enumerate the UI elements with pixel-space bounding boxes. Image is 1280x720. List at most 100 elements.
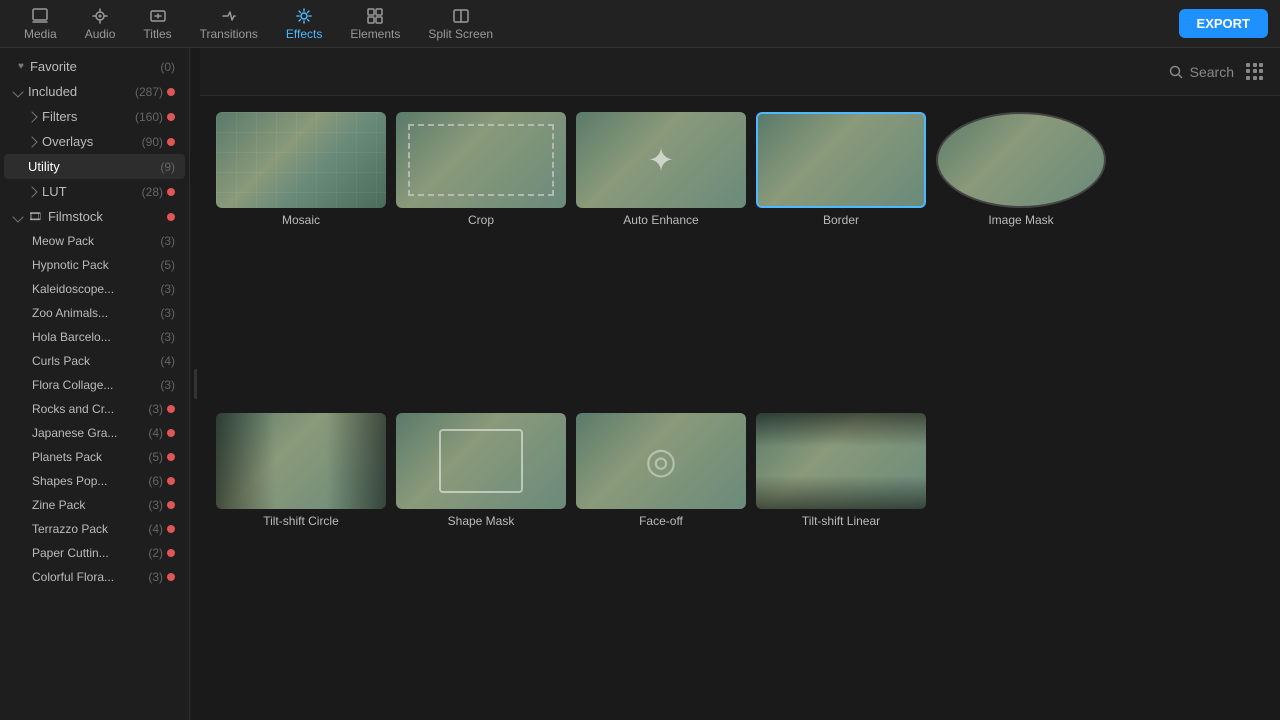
pack-count: (3) [148,402,163,416]
elements-icon [366,7,384,25]
pack-count: (3) [160,378,175,392]
nav-effects-label: Effects [286,27,322,41]
grid-dot-7 [1246,76,1250,80]
overlays-dot [167,138,175,146]
pack-label: Flora Collage... [32,378,156,392]
sidebar-item-favorite[interactable]: ♥ Favorite (0) [4,54,185,79]
effect-card-faceoff[interactable]: Face-off [576,413,746,704]
sidebar-pack-item[interactable]: Hypnotic Pack (5) [4,253,185,277]
sidebar-pack-item[interactable]: Hola Barcelo... (3) [4,325,185,349]
sidebar-pack-item[interactable]: Shapes Pop... (6) [4,469,185,493]
sidebar-included-count: (287) [135,85,163,99]
sidebar-pack-item[interactable]: Zine Pack (3) [4,493,185,517]
included-dot [167,88,175,96]
sidebar-pack-item[interactable]: Paper Cuttin... (2) [4,541,185,565]
grid-view-button[interactable] [1246,63,1264,81]
effect-card-crop[interactable]: Crop [396,112,566,403]
grid-dot-2 [1253,63,1257,67]
effect-name-border: Border [756,213,926,227]
pack-count: (3) [160,234,175,248]
effect-card-tiltshift_linear[interactable]: Tilt-shift Linear [756,413,926,704]
sidebar-pack-item[interactable]: Planets Pack (5) [4,445,185,469]
effect-thumb-tiltshift_circle [216,413,386,509]
nav-titles[interactable]: Titles [131,3,183,45]
titles-icon [149,7,167,25]
grid-dot-3 [1259,63,1263,67]
sidebar-pack-item[interactable]: Terrazzo Pack (4) [4,517,185,541]
effect-card-mosaic[interactable]: Mosaic [216,112,386,403]
sidebar-section-filmstock[interactable]: 🎞 Filmstock [4,204,185,229]
sidebar-item-filters[interactable]: Filters (160) [4,104,185,129]
nav-media-label: Media [24,27,57,41]
effect-card-auto_enhance[interactable]: Auto Enhance [576,112,746,403]
effect-name-faceoff: Face-off [576,514,746,528]
pack-count: (3) [160,282,175,296]
pack-label: Paper Cuttin... [32,546,144,560]
nav-elements[interactable]: Elements [338,3,412,45]
sidebar-pack-item[interactable]: Curls Pack (4) [4,349,185,373]
nav-split-screen-label: Split Screen [428,27,493,41]
sidebar-pack-item[interactable]: Japanese Gra... (4) [4,421,185,445]
sidebar-pack-item[interactable]: Kaleidoscope... (3) [4,277,185,301]
effect-card-tiltshift_circle[interactable]: Tilt-shift Circle [216,413,386,704]
pack-count: (4) [148,426,163,440]
grid-dot-4 [1246,69,1250,73]
pack-label: Terrazzo Pack [32,522,144,536]
filters-chevron-icon [26,111,37,122]
sidebar-lut-label: LUT [42,184,138,199]
effect-thumb-tiltshift_linear [756,413,926,509]
sidebar-pack-item[interactable]: Zoo Animals... (3) [4,301,185,325]
sidebar-pack-item[interactable]: Flora Collage... (3) [4,373,185,397]
sidebar-item-lut[interactable]: LUT (28) [4,179,185,204]
nav-elements-label: Elements [350,27,400,41]
sidebar-lut-count: (28) [142,185,163,199]
top-nav: Media Audio Titles Transitions [0,0,1280,48]
pack-label: Rocks and Cr... [32,402,144,416]
nav-media[interactable]: Media [12,3,69,45]
main-content: ♥ Favorite (0) Included (287) Filters (1… [0,48,1280,720]
pack-count: (3) [148,498,163,512]
effect-thumb-image_mask [936,112,1106,208]
media-icon [31,7,49,25]
sidebar-pack-item[interactable]: Colorful Flora... (3) [4,565,185,589]
pack-label: Planets Pack [32,450,144,464]
pack-count: (5) [148,450,163,464]
pack-dot [167,477,175,485]
sidebar-pack-item[interactable]: Meow Pack (3) [4,229,185,253]
nav-effects[interactable]: Effects [274,3,334,45]
pack-label: Shapes Pop... [32,474,144,488]
sidebar-divider[interactable] [190,48,200,720]
nav-transitions[interactable]: Transitions [188,3,270,45]
pack-dot [167,429,175,437]
pack-count: (4) [160,354,175,368]
sidebar-filmstock-label: Filmstock [48,209,163,224]
effect-name-shape_mask: Shape Mask [396,514,566,528]
sidebar-utility-count: (9) [160,160,175,174]
lut-chevron-icon [26,186,37,197]
sidebar-item-utility[interactable]: Utility (9) [4,154,185,179]
sidebar-item-overlays[interactable]: Overlays (90) [4,129,185,154]
nav-audio[interactable]: Audio [73,3,128,45]
nav-split-screen[interactable]: Split Screen [416,3,505,45]
pack-dot [167,549,175,557]
effect-card-shape_mask[interactable]: Shape Mask [396,413,566,704]
pack-count: (5) [160,258,175,272]
effect-name-mosaic: Mosaic [216,213,386,227]
export-button[interactable]: EXPORT [1179,9,1268,38]
grid-dot-1 [1246,63,1250,67]
divider-line [194,369,197,399]
heart-icon: ♥ [18,61,24,72]
pack-label: Meow Pack [32,234,156,248]
sidebar-section-included[interactable]: Included (287) [4,79,185,104]
pack-count: (3) [148,570,163,584]
pack-count: (3) [160,330,175,344]
search-box[interactable]: Search [1168,64,1234,80]
effect-card-border[interactable]: Border [756,112,926,403]
search-label: Search [1190,64,1234,80]
sidebar-pack-item[interactable]: Rocks and Cr... (3) [4,397,185,421]
filters-dot [167,113,175,121]
effect-card-image_mask[interactable]: Image Mask [936,112,1106,403]
effect-thumb-shape_mask [396,413,566,509]
effect-thumb-mosaic [216,112,386,208]
effects-grid: Mosaic Crop Auto Enhance Border Image Ma… [200,96,1280,720]
